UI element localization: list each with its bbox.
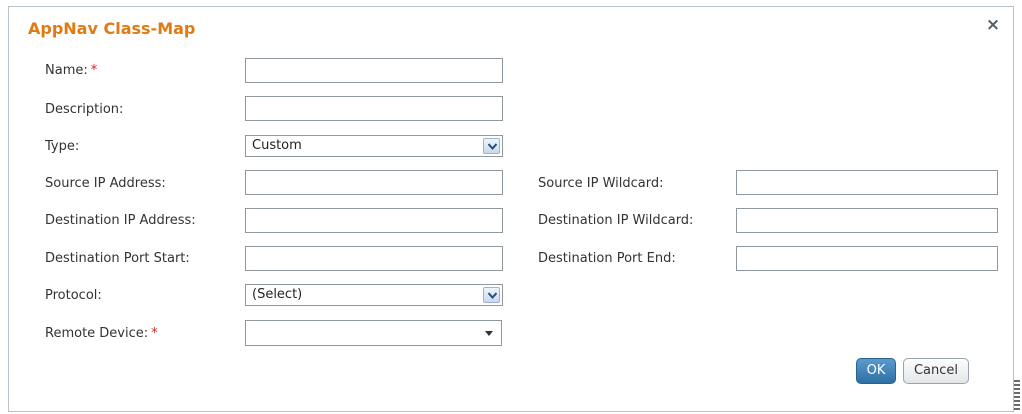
destination-ip-address-label: Destination IP Address: [45,213,196,228]
required-indicator: * [151,326,158,341]
source-ip-wildcard-label: Source IP Wildcard: [538,176,664,191]
source-ip-wildcard-input[interactable] [736,170,998,195]
source-ip-address-label: Source IP Address: [45,176,166,191]
protocol-select[interactable]: (Select) [245,284,503,306]
type-selected-value: Custom [252,138,302,153]
destination-port-end-input[interactable] [736,246,998,271]
name-label: Name: * [45,63,98,78]
chevron-down-icon[interactable] [483,138,500,154]
type-select[interactable]: Custom [245,135,503,157]
name-input[interactable] [245,58,503,83]
edge-marker [1014,380,1020,410]
destination-ip-address-input[interactable] [245,208,503,233]
destination-port-start-input[interactable] [245,246,503,271]
caret-down-icon[interactable] [485,331,493,336]
description-input[interactable] [245,96,503,121]
cancel-button[interactable]: Cancel [903,358,969,384]
remote-device-combobox[interactable] [245,320,502,346]
description-label: Description: [45,102,124,117]
destination-port-start-label: Destination Port Start: [45,251,190,266]
protocol-label: Protocol: [45,288,102,303]
ok-button[interactable]: OK [856,358,896,384]
type-label: Type: [45,139,80,154]
destination-ip-wildcard-input[interactable] [736,208,998,233]
source-ip-address-input[interactable] [245,170,503,195]
required-indicator: * [90,63,98,78]
close-icon[interactable]: × [983,15,1003,35]
remote-device-label: Remote Device: * [45,326,158,341]
protocol-selected-value: (Select) [252,287,303,302]
dialog-title: AppNav Class-Map [28,19,196,38]
destination-port-end-label: Destination Port End: [538,251,676,266]
chevron-down-icon[interactable] [483,287,500,303]
destination-ip-wildcard-label: Destination IP Wildcard: [538,213,694,228]
